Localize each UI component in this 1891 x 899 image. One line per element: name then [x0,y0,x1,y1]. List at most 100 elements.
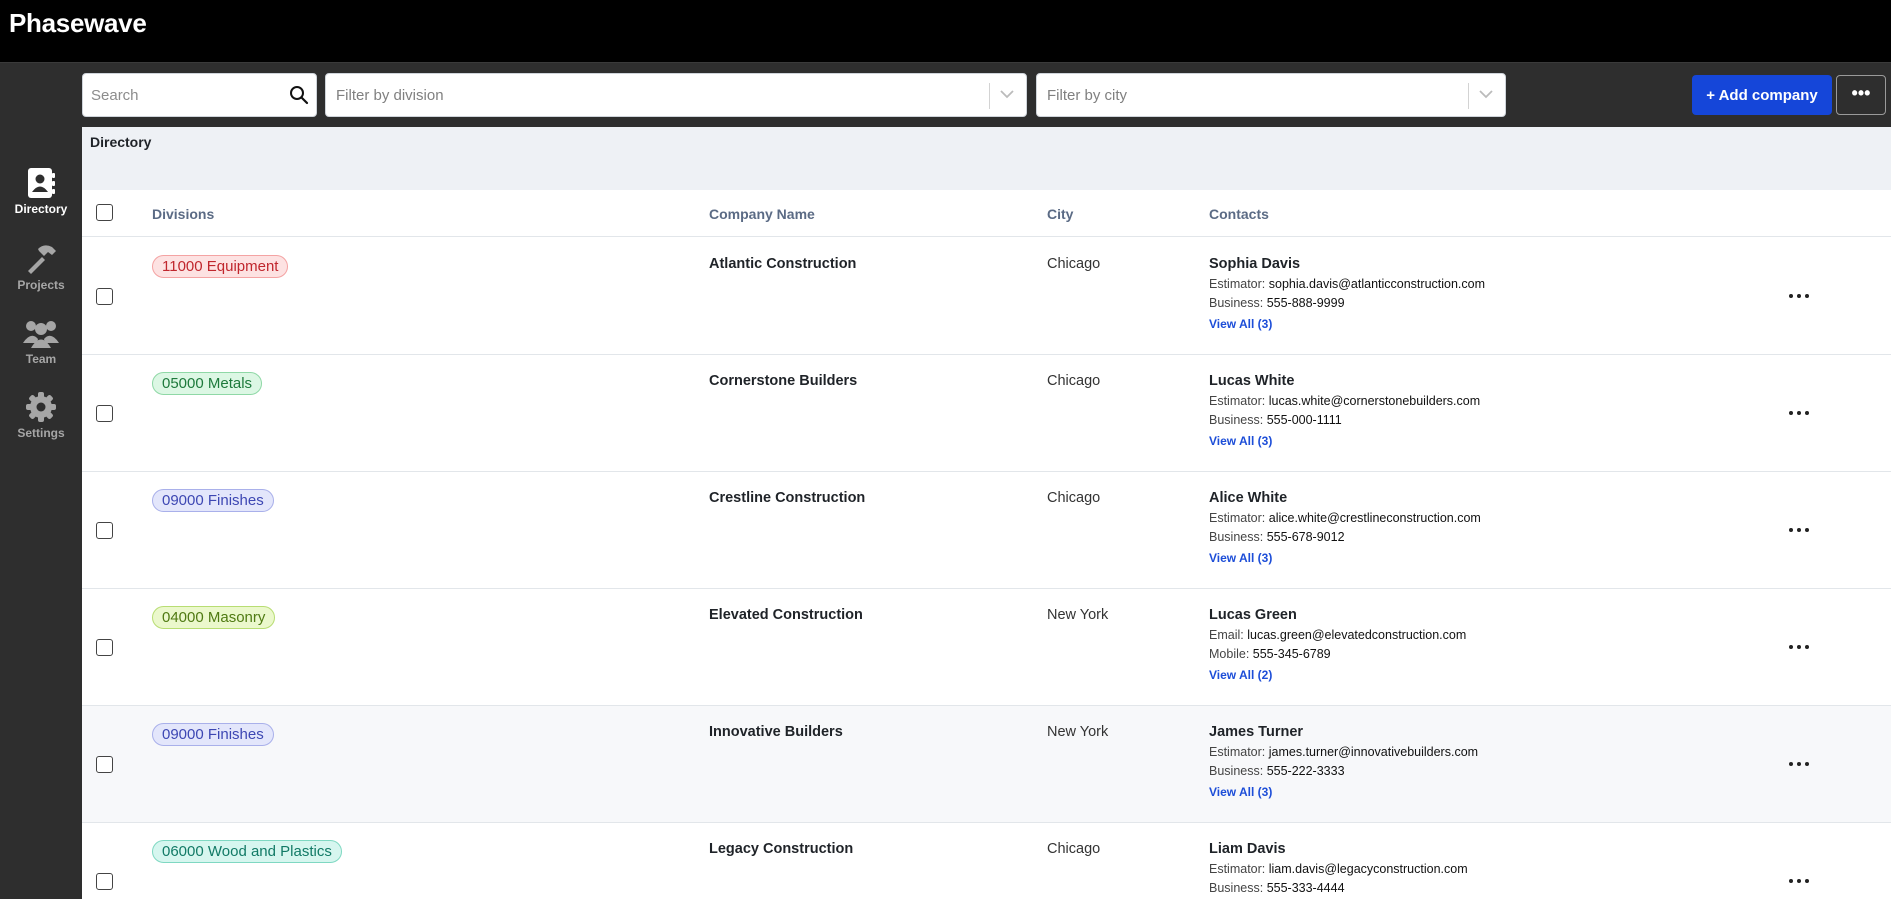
search-icon[interactable] [289,85,309,105]
contact-line-value: james.turner@innovativebuilders.com [1268,745,1479,759]
contact-line-value: 555-888-9999 [1266,296,1345,310]
company-name: Legacy Construction [709,841,854,857]
contact-line-value: 555-678-9012 [1266,530,1345,544]
view-all-contacts-link[interactable]: View All (3) [1209,785,1272,799]
contact-block: James Turner Estimator: james.turner@inno… [1209,724,1478,801]
contact-line: Estimator: sophia.davis@atlanticconstruc… [1209,277,1485,291]
division-filter-select[interactable]: Filter by division [325,73,1027,117]
select-separator [1468,83,1469,109]
company-name: Cornerstone Builders [709,373,858,389]
row-checkbox[interactable] [96,873,113,890]
company-city: Chicago [1047,841,1101,857]
more-options-button[interactable]: ••• [1836,75,1886,115]
row-checkbox[interactable] [96,405,113,422]
contact-line: Estimator: alice.white@crestlineconstruc… [1209,511,1481,525]
division-badge: 04000 Masonry [152,606,276,629]
view-all-contacts-link[interactable]: View All (3) [1209,317,1272,331]
table-row[interactable]: 06000 Wood and Plastics Legacy Constructi… [82,823,1891,899]
company-city: New York [1047,607,1109,623]
contact-name: Lucas Green [1209,607,1297,623]
contact-line: Business: 555-333-4444 [1209,881,1468,895]
contact-line-label: Email: [1209,628,1244,642]
table-row[interactable]: 05000 Metals Cornerstone Builders Chicago L… [82,355,1891,472]
select-all-checkbox[interactable] [96,204,113,221]
row-more-icon[interactable] [1787,754,1811,774]
contact-line: Estimator: liam.davis@legacyconstruction… [1209,862,1468,876]
table-row[interactable]: 11000 Equipment Atlantic Construction Chic… [82,238,1891,355]
view-all-contacts-link[interactable]: View All (3) [1209,434,1272,448]
contact-line-label: Business: [1209,413,1264,427]
row-more-icon[interactable] [1787,637,1811,657]
contact-line: Estimator: lucas.white@cornerstonebuilde… [1209,394,1480,408]
sidebar-item-label: Settings [17,426,65,440]
contact-line-label: Estimator: [1209,862,1266,876]
chevron-down-icon [1000,90,1014,99]
address-book-icon [28,168,55,198]
row-checkbox[interactable] [96,756,113,773]
search-box [82,73,317,117]
sidebar-item-label: Projects [17,278,65,292]
contact-line-label: Business: [1209,296,1264,310]
contact-line: Estimator: james.turner@innovativebuilde… [1209,745,1478,759]
contact-line: Mobile: 555-345-6789 [1209,647,1466,661]
division-badge: 09000 Finishes [152,723,274,746]
top-bar: Phasewave [0,0,1891,63]
row-checkbox[interactable] [96,522,113,539]
directory-panel: Directory Divisions Company Name City Co… [82,127,1891,899]
section-title: Directory [90,134,152,150]
row-more-icon[interactable] [1787,403,1811,423]
row-more-icon[interactable] [1787,520,1811,540]
sidebar-item-team[interactable]: Team [0,317,82,383]
contact-line: Business: 555-678-9012 [1209,530,1481,544]
row-checkbox[interactable] [96,288,113,305]
chevron-down-icon [1479,90,1493,99]
company-name: Crestline Construction [709,490,866,506]
table-row[interactable]: 04000 Masonry Elevated Construction New Yo… [82,589,1891,706]
sidebar-item-projects[interactable]: Projects [0,243,82,309]
contact-line-value: 555-333-4444 [1266,881,1345,895]
row-more-icon[interactable] [1787,286,1811,306]
division-badge: 06000 Wood and Plastics [152,840,342,863]
contact-name: Lucas White [1209,373,1295,389]
contact-line-label: Estimator: [1209,394,1266,408]
contact-line-value: lucas.green@elevatedconstruction.com [1247,628,1467,642]
add-company-button[interactable]: + Add company [1692,75,1832,115]
contact-line-value: 555-000-1111 [1266,413,1342,427]
sidebar-item-label: Directory [14,202,68,216]
column-header-divisions[interactable]: Divisions [152,206,214,222]
city-filter-select[interactable]: Filter by city [1036,73,1506,117]
column-header-company[interactable]: Company Name [709,206,815,222]
contact-line-label: Business: [1209,881,1264,895]
company-name: Innovative Builders [709,724,843,740]
contact-line-value: 555-345-6789 [1252,647,1331,661]
sidebar: Directory Projects Team Settings [0,63,82,899]
column-header-contacts[interactable]: Contacts [1209,206,1269,222]
table-header: Divisions Company Name City Contacts [82,190,1891,237]
table-row[interactable]: 09000 Finishes Innovative Builders New Yor… [82,706,1891,823]
sidebar-item-settings[interactable]: Settings [0,391,82,457]
contact-block: Alice White Estimator: alice.white@crestl… [1209,490,1481,567]
search-input[interactable] [91,74,281,116]
view-all-contacts-link[interactable]: View All (3) [1209,551,1272,565]
sidebar-item-directory[interactable]: Directory [0,167,82,233]
gear-icon [26,392,56,422]
view-all-contacts-link[interactable]: View All (2) [1209,668,1272,682]
contact-line: Email: lucas.green@elevatedconstruction.… [1209,628,1466,642]
row-checkbox[interactable] [96,639,113,656]
company-city: Chicago [1047,373,1101,389]
contact-line-value: 555-222-3333 [1266,764,1345,778]
contact-line-label: Mobile: [1209,647,1250,661]
table-row[interactable]: 09000 Finishes Crestline Construction Chic… [82,472,1891,589]
company-name: Elevated Construction [709,607,863,623]
company-city: New York [1047,724,1109,740]
app-brand: Phasewave [9,8,147,38]
contact-block: Lucas Green Email: lucas.green@elevatedco… [1209,607,1466,684]
contact-name: Liam Davis [1209,841,1286,857]
contact-line-value: liam.davis@legacyconstruction.com [1268,862,1468,876]
row-more-icon[interactable] [1787,871,1811,891]
company-city: Chicago [1047,490,1101,506]
section-header: Directory [82,127,1891,190]
column-header-city[interactable]: City [1047,206,1073,222]
contact-line-label: Estimator: [1209,511,1266,525]
contact-line-value: lucas.white@cornerstonebuilders.com [1268,394,1481,408]
